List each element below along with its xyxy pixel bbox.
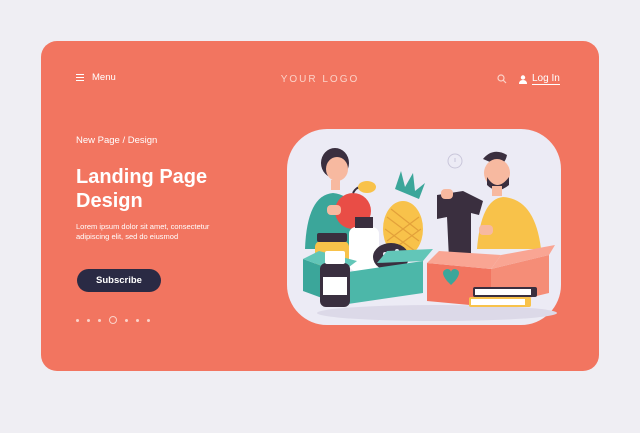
donation-illustration <box>287 129 561 325</box>
pagination-dot[interactable] <box>125 318 128 322</box>
pagination-dot[interactable] <box>98 318 101 322</box>
pagination-dot[interactable] <box>147 318 150 322</box>
pagination-dot[interactable] <box>109 316 117 324</box>
subscribe-button[interactable]: Subscribe <box>77 269 161 292</box>
login-label: Log In <box>532 73 560 85</box>
pagination-dot[interactable] <box>136 318 139 322</box>
user-icon <box>519 74 527 84</box>
pagination-dot[interactable] <box>87 318 90 322</box>
page-title: Landing Page Design <box>76 166 208 212</box>
pagination-dot[interactable] <box>76 318 79 322</box>
login-link[interactable]: Log In <box>519 73 560 85</box>
description-line-2: adipiscing elit, sed do eiusmod <box>76 232 179 241</box>
search-icon[interactable] <box>497 74 507 84</box>
logo[interactable]: YOUR LOGO <box>41 74 599 85</box>
description-line-1: Lorem ipsum dolor sit amet, consectetur <box>76 222 210 231</box>
breadcrumb: New Page / Design <box>76 135 158 146</box>
pagination-dots <box>76 316 150 324</box>
hero-description: Lorem ipsum dolor sit amet, consectetur … <box>76 222 256 242</box>
landing-card: Menu YOUR LOGO Log In New Page / Design … <box>41 41 599 371</box>
